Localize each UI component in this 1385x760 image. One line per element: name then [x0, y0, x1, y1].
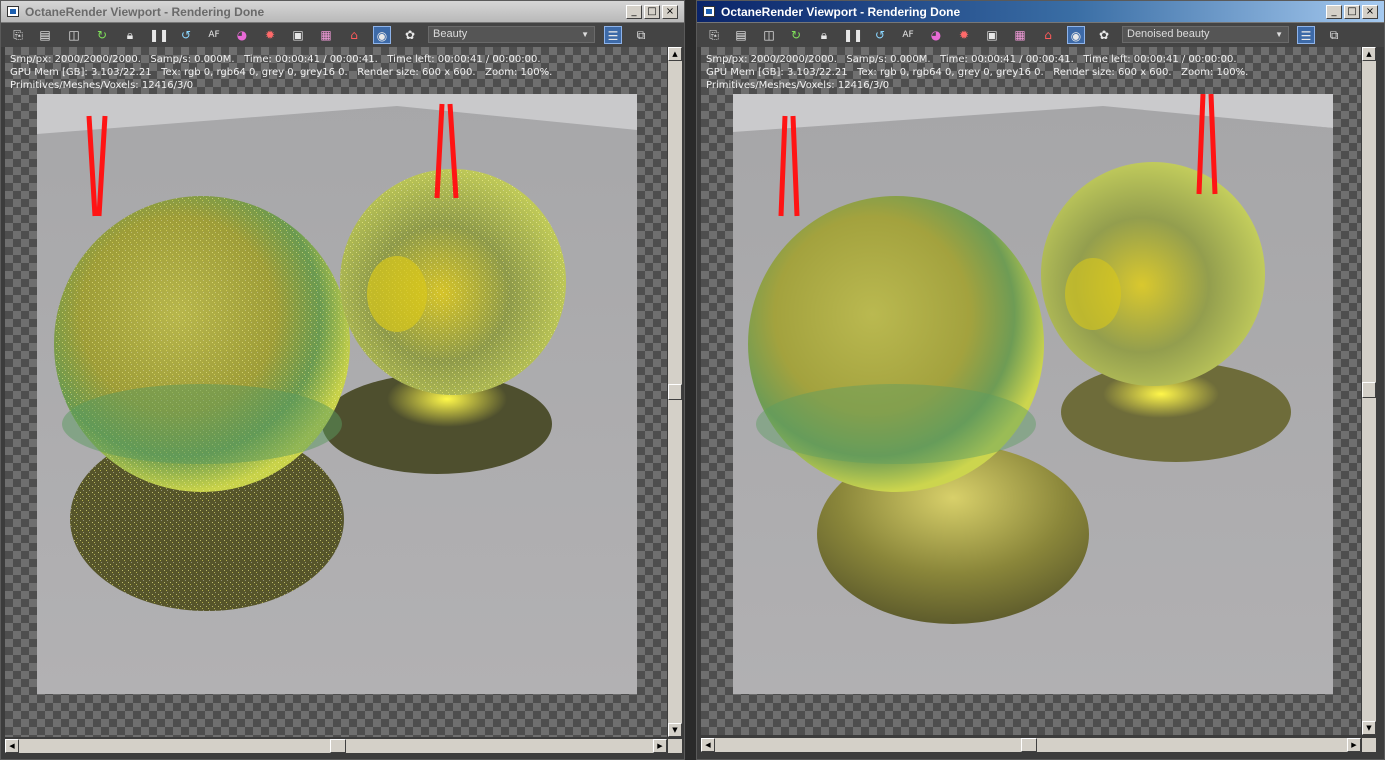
fit-window-icon[interactable]: ⧉	[632, 26, 650, 44]
maximize-button[interactable]: □	[644, 5, 660, 19]
reset-camera-icon[interactable]: ↺	[871, 26, 889, 44]
color-picker-icon[interactable]: ◕	[233, 26, 251, 44]
chevron-down-icon: ▼	[1275, 30, 1283, 39]
save-image-icon[interactable]: ▣	[983, 26, 1001, 44]
scroll-right-icon[interactable]: ▶	[653, 739, 667, 753]
restart-render-icon[interactable]: ↻	[787, 26, 805, 44]
material-picker-icon[interactable]: ✹	[261, 26, 279, 44]
rendered-image	[733, 94, 1333, 694]
stats-line-2: GPU Mem [GB]: 3.103/22.21 Tex: rgb 0, rg…	[10, 67, 553, 78]
lock-viewport-icon[interactable]: 🔒︎	[815, 26, 833, 44]
title-bar[interactable]: OctaneRender Viewport - Rendering Done _…	[1, 1, 684, 23]
scroll-right-icon[interactable]: ▶	[1347, 738, 1361, 752]
pause-render-icon[interactable]: ❚❚	[149, 26, 169, 44]
render-pass-dropdown[interactable]: Denoised beauty ▼	[1122, 26, 1289, 43]
autofocus-icon[interactable]: AF	[205, 26, 223, 44]
flower-icon[interactable]: ✿	[1095, 26, 1113, 44]
render-pass-dropdown[interactable]: Beauty ▼	[428, 26, 595, 43]
send-scene-icon[interactable]: ⎘	[9, 26, 27, 44]
vertical-scrollbar[interactable]: ▲ ▼	[1362, 47, 1376, 735]
octane-viewport-window-right: OctaneRender Viewport - Rendering Done _…	[696, 0, 1385, 760]
send-scene-icon[interactable]: ⎘	[705, 26, 723, 44]
camera-view-icon[interactable]: ◉	[373, 26, 391, 44]
load-scene-icon[interactable]: ▤	[732, 26, 750, 44]
scroll-left-icon[interactable]: ◀	[701, 738, 715, 752]
stats-line-3: Primitives/Meshes/Voxels: 12416/3/0	[706, 80, 890, 91]
save-image-icon[interactable]: ▣	[289, 26, 307, 44]
scrollbar-corner	[668, 739, 682, 753]
close-button[interactable]: ×	[1362, 5, 1378, 19]
list-view-icon[interactable]: ☰	[604, 26, 622, 44]
region-render-icon[interactable]: ◫	[760, 26, 778, 44]
scrollbar-corner	[1362, 738, 1376, 752]
scroll-up-icon[interactable]: ▲	[1362, 47, 1376, 61]
list-view-icon[interactable]: ☰	[1297, 26, 1315, 44]
stats-line-1: Smp/px: 2000/2000/2000. Samp/s: 0.000M. …	[706, 54, 1237, 65]
pause-render-icon[interactable]: ❚❚	[843, 26, 863, 44]
material-picker-icon[interactable]: ✹	[955, 26, 973, 44]
settings-icon[interactable]: ⌂	[1039, 26, 1057, 44]
render-stats: Smp/px: 2000/2000/2000. Samp/s: 0.000M. …	[706, 53, 1248, 92]
desktop-gap	[685, 0, 696, 760]
scroll-left-icon[interactable]: ◀	[5, 739, 19, 753]
stats-line-1: Smp/px: 2000/2000/2000. Samp/s: 0.000M. …	[10, 54, 541, 65]
lock-viewport-icon[interactable]: 🔒︎	[121, 26, 139, 44]
render-pass-icon[interactable]: ▦	[1011, 26, 1029, 44]
autofocus-icon[interactable]: AF	[899, 26, 917, 44]
render-pass-value: Denoised beauty	[1127, 28, 1210, 40]
camera-view-icon[interactable]: ◉	[1067, 26, 1085, 44]
scrollbar-thumb[interactable]	[1021, 738, 1037, 752]
scrollbar-thumb[interactable]	[1362, 382, 1376, 398]
window-title: OctaneRender Viewport - Rendering Done	[721, 5, 961, 19]
flower-icon[interactable]: ✿	[401, 26, 419, 44]
fit-window-icon[interactable]: ⧉	[1325, 26, 1343, 44]
minimize-button[interactable]: _	[1326, 5, 1342, 19]
restart-render-icon[interactable]: ↻	[93, 26, 111, 44]
horizontal-scrollbar[interactable]: ◀ ▶	[701, 738, 1361, 752]
title-bar[interactable]: OctaneRender Viewport - Rendering Done _…	[697, 1, 1384, 23]
chevron-down-icon: ▼	[581, 30, 589, 39]
horizontal-scrollbar[interactable]: ◀ ▶	[5, 739, 667, 753]
octane-app-icon	[7, 6, 19, 17]
maximize-button[interactable]: □	[1344, 5, 1360, 19]
render-pass-value: Beauty	[433, 28, 468, 40]
region-render-icon[interactable]: ◫	[65, 26, 83, 44]
close-button[interactable]: ×	[662, 5, 678, 19]
viewport-toolbar: ⎘ ▤ ◫ ↻ 🔒︎ ❚❚ ↺ AF ◕ ✹ ▣ ▦ ⌂ ◉ ✿ Denoise…	[697, 23, 1384, 47]
color-picker-icon[interactable]: ◕	[927, 26, 945, 44]
minimize-button[interactable]: _	[626, 5, 642, 19]
octane-app-icon	[703, 6, 715, 17]
settings-icon[interactable]: ⌂	[345, 26, 363, 44]
rendered-image	[37, 94, 637, 694]
scrollbar-thumb[interactable]	[330, 739, 346, 753]
render-viewport[interactable]: Smp/px: 2000/2000/2000. Samp/s: 0.000M. …	[5, 47, 667, 737]
scroll-up-icon[interactable]: ▲	[668, 47, 682, 61]
load-scene-icon[interactable]: ▤	[36, 26, 54, 44]
scroll-down-icon[interactable]: ▼	[1362, 721, 1376, 735]
reset-camera-icon[interactable]: ↺	[177, 26, 195, 44]
window-title: OctaneRender Viewport - Rendering Done	[25, 5, 265, 19]
vertical-scrollbar[interactable]: ▲ ▼	[668, 47, 682, 737]
octane-viewport-window-left: OctaneRender Viewport - Rendering Done _…	[0, 0, 685, 760]
stats-line-2: GPU Mem [GB]: 3.103/22.21 Tex: rgb 0, rg…	[706, 67, 1249, 78]
stats-line-3: Primitives/Meshes/Voxels: 12416/3/0	[10, 80, 194, 91]
render-stats: Smp/px: 2000/2000/2000. Samp/s: 0.000M. …	[10, 53, 552, 92]
render-viewport[interactable]: Smp/px: 2000/2000/2000. Samp/s: 0.000M. …	[701, 47, 1361, 735]
scrollbar-thumb[interactable]	[668, 384, 682, 400]
scroll-down-icon[interactable]: ▼	[668, 723, 682, 737]
viewport-toolbar: ⎘ ▤ ◫ ↻ 🔒︎ ❚❚ ↺ AF ◕ ✹ ▣ ▦ ⌂ ◉ ✿ Beauty …	[1, 23, 684, 47]
render-pass-icon[interactable]: ▦	[317, 26, 335, 44]
